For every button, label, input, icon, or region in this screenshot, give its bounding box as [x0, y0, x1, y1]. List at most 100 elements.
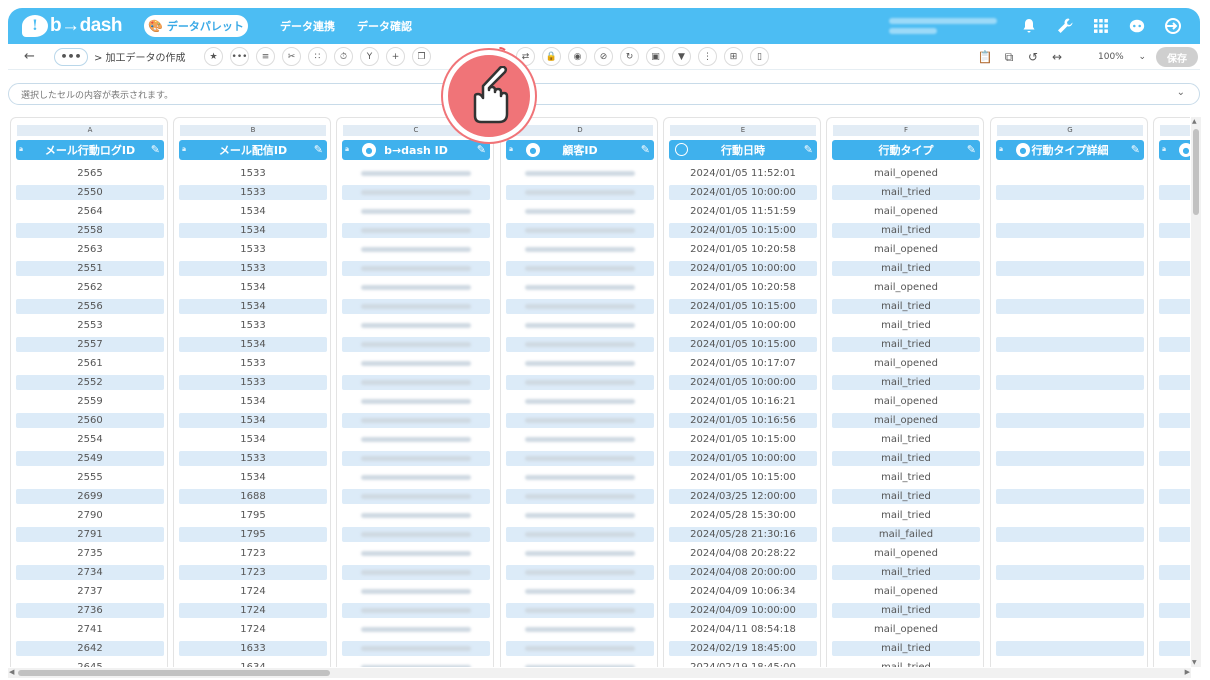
- grid-cell[interactable]: 2737: [16, 582, 164, 601]
- grid-cell[interactable]: [996, 563, 1144, 582]
- save-button[interactable]: 保存: [1156, 47, 1198, 67]
- grid-cell[interactable]: 2554: [16, 430, 164, 449]
- grid-cell[interactable]: [1159, 487, 1190, 506]
- grid-cell[interactable]: 2553: [16, 316, 164, 335]
- grid-cell[interactable]: [1159, 544, 1190, 563]
- grid-cell[interactable]: 1533: [179, 164, 327, 183]
- pencil-icon[interactable]: ✎: [1131, 143, 1140, 156]
- grid-cell[interactable]: 2551: [16, 259, 164, 278]
- grid-cell[interactable]: [996, 620, 1144, 639]
- grid-cell[interactable]: 2024/05/28 15:30:00: [669, 506, 817, 525]
- grid-cell[interactable]: 2645: [16, 658, 164, 667]
- grid-cell[interactable]: [1159, 411, 1190, 430]
- grid-cell[interactable]: [506, 164, 654, 183]
- share-icon[interactable]: ⧉: [1000, 48, 1018, 66]
- grid-cell[interactable]: 2741: [16, 620, 164, 639]
- grid-cell[interactable]: 1795: [179, 506, 327, 525]
- grid-cell[interactable]: [996, 278, 1144, 297]
- back-arrow-icon[interactable]: ←: [24, 49, 38, 64]
- grid-cell[interactable]: [342, 430, 490, 449]
- grid-cell[interactable]: 1534: [179, 335, 327, 354]
- grid-cell[interactable]: [506, 620, 654, 639]
- grid-cell[interactable]: [342, 316, 490, 335]
- grid-cell[interactable]: mail_opened: [832, 354, 980, 373]
- grid-cell[interactable]: 1533: [179, 354, 327, 373]
- grid-cell[interactable]: [506, 297, 654, 316]
- grid-cell[interactable]: [342, 297, 490, 316]
- grid-cell[interactable]: 1533: [179, 240, 327, 259]
- grid-cell[interactable]: mail_opened: [832, 240, 980, 259]
- grid-cell[interactable]: 2024/04/09 10:00:00: [669, 601, 817, 620]
- grid-cell[interactable]: [1159, 164, 1190, 183]
- zoom-select[interactable]: 100% ⌄: [1080, 48, 1150, 66]
- filter-icon[interactable]: ▼: [672, 47, 691, 66]
- grid-cell[interactable]: 2024/01/05 10:15:00: [669, 430, 817, 449]
- grid-cell[interactable]: 2024/01/05 10:17:07: [669, 354, 817, 373]
- grid-cell[interactable]: [506, 563, 654, 582]
- grid-cell[interactable]: [342, 563, 490, 582]
- pencil-icon[interactable]: ✎: [967, 143, 976, 156]
- grid-cell[interactable]: mail_tried: [832, 297, 980, 316]
- grid-cell[interactable]: mail_opened: [832, 582, 980, 601]
- grid-cell[interactable]: 2552: [16, 373, 164, 392]
- grid-cell[interactable]: [506, 278, 654, 297]
- grid-cell[interactable]: 2564: [16, 202, 164, 221]
- grid-cell[interactable]: 2024/01/05 10:16:56: [669, 411, 817, 430]
- grid-cell[interactable]: [342, 582, 490, 601]
- grid-cell[interactable]: 2559: [16, 392, 164, 411]
- scroll-down-icon[interactable]: ▼: [1192, 659, 1197, 666]
- chevron-down-icon[interactable]: ⌄: [1177, 87, 1185, 98]
- grid-cell[interactable]: 1724: [179, 582, 327, 601]
- grid-cell[interactable]: [996, 297, 1144, 316]
- grid-cell[interactable]: 2791: [16, 525, 164, 544]
- grid-icon[interactable]: ⊞: [724, 47, 743, 66]
- grid-cell[interactable]: [1159, 297, 1190, 316]
- plus-icon[interactable]: +: [386, 47, 405, 66]
- grid-cell[interactable]: [996, 639, 1144, 658]
- grid-cell[interactable]: 2549: [16, 449, 164, 468]
- grid-cell[interactable]: [996, 164, 1144, 183]
- grid-cell[interactable]: 2024/04/09 10:06:34: [669, 582, 817, 601]
- grid-cell[interactable]: 1724: [179, 601, 327, 620]
- grid-cell[interactable]: [1159, 221, 1190, 240]
- pencil-icon[interactable]: ✎: [314, 143, 323, 156]
- wrench-icon[interactable]: [1056, 17, 1074, 35]
- grid-cell[interactable]: mail_opened: [832, 278, 980, 297]
- grid-cell[interactable]: 1795: [179, 525, 327, 544]
- grid-cell[interactable]: [996, 202, 1144, 221]
- grid-cell[interactable]: [996, 601, 1144, 620]
- grid-cell[interactable]: mail_tried: [832, 506, 980, 525]
- grid-cell[interactable]: mail_tried: [832, 183, 980, 202]
- data-palette-button[interactable]: 🎨 データパレット: [143, 15, 248, 37]
- grid-cell[interactable]: [1159, 278, 1190, 297]
- grid-cell[interactable]: [342, 183, 490, 202]
- transform-icon[interactable]: ↻: [620, 47, 639, 66]
- grid-cell[interactable]: 2024/01/05 10:00:00: [669, 373, 817, 392]
- grid-cell[interactable]: [996, 183, 1144, 202]
- grid-cell[interactable]: 1534: [179, 297, 327, 316]
- grid-cell[interactable]: mail_tried: [832, 468, 980, 487]
- grid-cell[interactable]: 1534: [179, 278, 327, 297]
- grid-cell[interactable]: [1159, 392, 1190, 411]
- apps-grid-icon[interactable]: [1092, 17, 1110, 35]
- grid-cell[interactable]: [1159, 639, 1190, 658]
- scroll-left-icon[interactable]: ◀: [9, 668, 14, 676]
- grid-cell[interactable]: 1534: [179, 468, 327, 487]
- grid-cell[interactable]: [1159, 430, 1190, 449]
- grid-cell[interactable]: [996, 582, 1144, 601]
- grid-cell[interactable]: [342, 259, 490, 278]
- grid-cell[interactable]: [1159, 506, 1190, 525]
- grid-cell[interactable]: mail_tried: [832, 487, 980, 506]
- grid-cell[interactable]: 1534: [179, 221, 327, 240]
- list-icon[interactable]: ≡: [256, 47, 275, 66]
- star-icon[interactable]: ★: [204, 47, 223, 66]
- more-menu-button[interactable]: •••: [54, 47, 88, 66]
- grid-cell[interactable]: [1159, 373, 1190, 392]
- grid-cell[interactable]: [996, 221, 1144, 240]
- nav-data-link[interactable]: データ連携: [280, 18, 335, 34]
- grid-cell[interactable]: [996, 316, 1144, 335]
- scissors-icon[interactable]: ✂: [282, 47, 301, 66]
- grid-cell[interactable]: [342, 411, 490, 430]
- grid-cell[interactable]: [1159, 316, 1190, 335]
- grid-cell[interactable]: [506, 449, 654, 468]
